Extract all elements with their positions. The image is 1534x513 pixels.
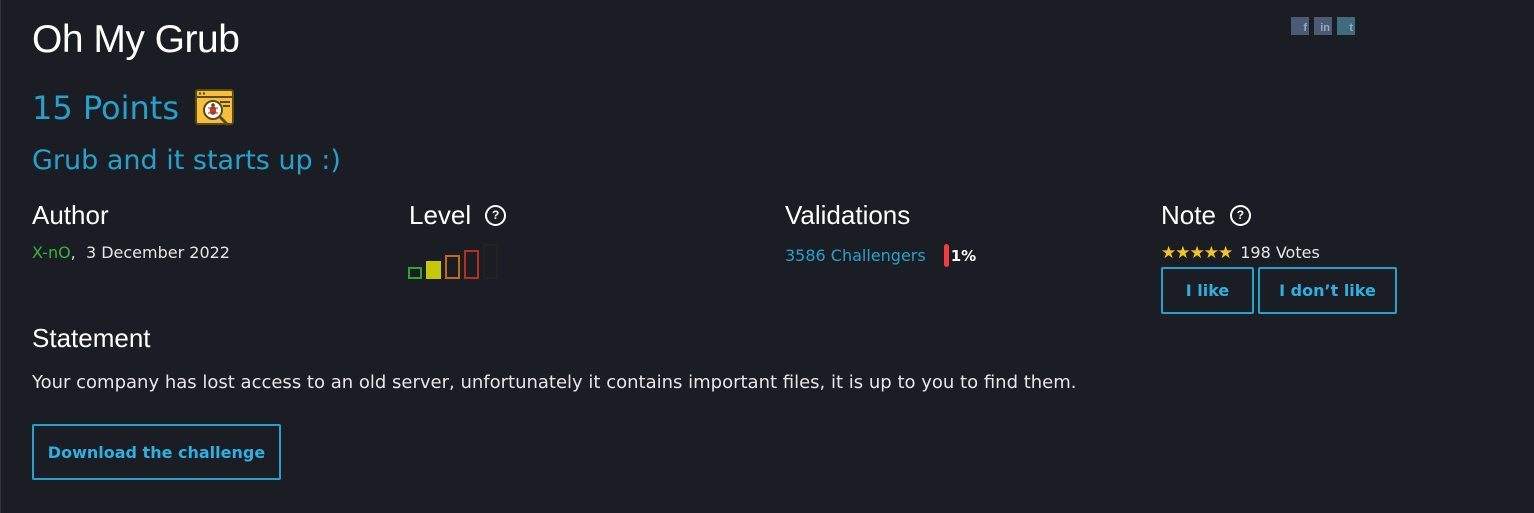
note-meta: ★★★★★ 198 Votes <box>1161 243 1320 263</box>
download-challenge-button[interactable]: Download the challenge <box>32 424 281 480</box>
validations-meta: 3586 Challengers 1% <box>785 244 976 267</box>
author-separator: , <box>70 243 76 262</box>
level-heading-label: Level <box>409 200 472 230</box>
level-help-icon[interactable]: ? <box>485 204 507 226</box>
author-heading-label: Author <box>32 200 109 230</box>
validations-heading-label: Validations <box>785 200 911 230</box>
validation-percent: 1% <box>943 244 977 267</box>
level-bar-3 <box>445 255 460 279</box>
level-indicator <box>408 243 508 279</box>
publish-date: 3 December 2022 <box>85 243 230 262</box>
level-bar-4 <box>464 250 479 279</box>
validations-section: Validations 3586 Challengers 1% <box>785 198 976 267</box>
social-share: f in t <box>1291 17 1355 35</box>
level-bar-1 <box>408 267 422 279</box>
vote-count: 198 Votes <box>1240 243 1320 262</box>
facebook-share-icon[interactable]: f <box>1291 17 1309 35</box>
level-bar-2 <box>426 261 441 279</box>
challengers-link[interactable]: 3586 Challengers <box>785 246 926 266</box>
linkedin-share-icon[interactable]: in <box>1314 17 1332 35</box>
star-rating-icon: ★★★★★ <box>1161 243 1233 263</box>
challenge-page: Oh My Grub f in t 15 Points Grub and it … <box>0 0 1534 513</box>
note-heading-label: Note <box>1161 200 1216 230</box>
dislike-button[interactable]: I don’t like <box>1258 267 1397 314</box>
author-heading: Author <box>32 198 230 232</box>
validations-heading: Validations <box>785 198 976 232</box>
author-meta: X-nO, 3 December 2022 <box>32 243 230 263</box>
author-section: Author X-nO, 3 December 2022 <box>32 198 230 263</box>
twitter-share-icon[interactable]: t <box>1337 17 1355 35</box>
statement-text: Your company has lost access to an old s… <box>32 372 1077 393</box>
percent-bar <box>943 244 949 267</box>
note-heading: Note? <box>1161 198 1320 232</box>
page-title: Oh My Grub <box>32 18 240 61</box>
level-bar-5 <box>483 244 498 279</box>
author-link[interactable]: X-nO <box>32 243 71 262</box>
points-row: 15 Points <box>32 86 235 130</box>
note-section: Note? ★★★★★ 198 Votes <box>1161 198 1320 263</box>
validation-percent-value: 1% <box>950 246 977 265</box>
challenge-points: 15 Points <box>32 89 180 127</box>
statement-heading: Statement <box>32 323 151 353</box>
note-help-icon[interactable]: ? <box>1229 204 1251 226</box>
like-button[interactable]: I like <box>1161 267 1254 314</box>
level-section: Level? <box>409 198 507 232</box>
challenge-subtitle: Grub and it starts up :) <box>32 145 341 176</box>
forensic-bug-icon[interactable] <box>195 88 235 128</box>
level-heading: Level? <box>409 198 507 232</box>
